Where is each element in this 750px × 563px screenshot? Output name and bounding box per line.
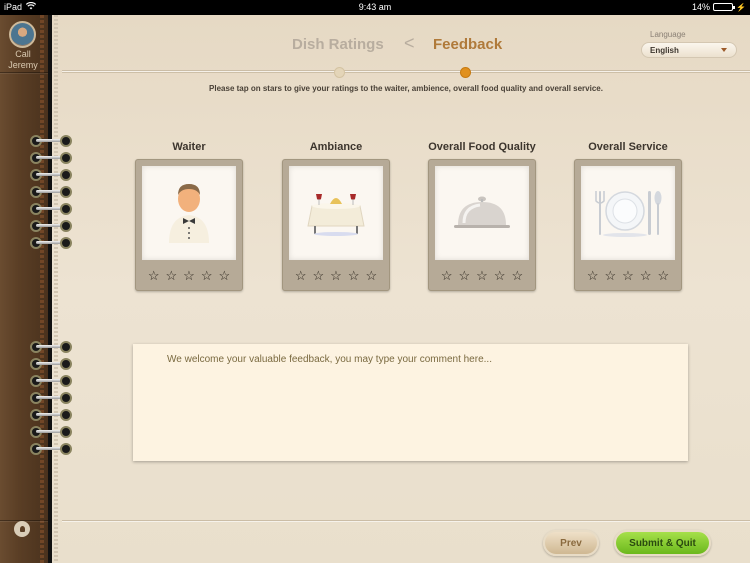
star-icon[interactable]: ☆ [657, 269, 669, 282]
ring-hole [60, 375, 72, 387]
ring-hole [60, 169, 72, 181]
binding-ring [30, 186, 72, 198]
star-icon[interactable]: ☆ [494, 269, 506, 282]
ring-hole [60, 443, 72, 455]
keyhole-icon [19, 526, 25, 532]
binding-ring [30, 426, 72, 438]
submit-quit-button[interactable]: Submit & Quit [614, 530, 711, 556]
star-icon[interactable]: ☆ [201, 269, 213, 282]
star-icon[interactable]: ☆ [476, 269, 488, 282]
binding-ring [30, 169, 72, 181]
page-perforation [54, 15, 58, 563]
avatar[interactable] [9, 21, 36, 48]
star-icon[interactable]: ☆ [148, 269, 160, 282]
star-icon[interactable]: ☆ [183, 269, 195, 282]
rating-card-overall-service: Overall Service ☆ ☆ ☆ ☆ ☆ [574, 141, 682, 291]
ring-hole [60, 203, 72, 215]
sidebar: Call Jeremy [0, 15, 48, 563]
ring-hole [60, 392, 72, 404]
header-divider [62, 70, 750, 71]
star-icon[interactable]: ☆ [365, 269, 377, 282]
star-rating-ambiance[interactable]: ☆ ☆ ☆ ☆ ☆ [283, 269, 389, 282]
sidebar-divider [0, 72, 48, 73]
caret-down-icon [721, 48, 727, 52]
call-contact-button[interactable]: Call Jeremy [0, 49, 46, 71]
status-bar: iPad 9:43 am 14% ⚡ [0, 0, 750, 15]
clock: 9:43 am [358, 2, 392, 12]
dining-table-icon [289, 166, 383, 260]
progress-step-1 [334, 67, 345, 78]
binding-ring [30, 443, 72, 455]
progress-track [62, 72, 750, 73]
star-icon[interactable]: ☆ [622, 269, 634, 282]
star-icon[interactable]: ☆ [166, 269, 178, 282]
star-icon[interactable]: ☆ [313, 269, 325, 282]
binding-ring [30, 220, 72, 232]
star-icon[interactable]: ☆ [640, 269, 652, 282]
call-label: Call [15, 49, 31, 59]
instructions-text: Please tap on stars to give your ratings… [209, 84, 603, 93]
ring-hole [60, 409, 72, 421]
star-icon[interactable]: ☆ [511, 269, 523, 282]
ring-hole [60, 186, 72, 198]
binding-ring [30, 203, 72, 215]
binding-ring [30, 135, 72, 147]
binding-ring [30, 392, 72, 404]
binding-ring [30, 409, 72, 421]
sidebar-stitching [40, 15, 44, 563]
progress-step-2-active [460, 67, 471, 78]
contact-name: Jeremy [8, 60, 38, 70]
star-rating-overall-food-quality[interactable]: ☆ ☆ ☆ ☆ ☆ [429, 269, 535, 282]
lock-button[interactable] [14, 521, 30, 537]
page-title: Feedback [433, 36, 503, 53]
cloche-icon [435, 166, 529, 260]
star-icon[interactable]: ☆ [330, 269, 342, 282]
prev-button[interactable]: Prev [543, 530, 599, 556]
waiter-icon [142, 166, 236, 260]
ring-hole [60, 426, 72, 438]
rating-card-waiter: Waiter ☆ ☆ ☆ ☆ ☆ [135, 141, 243, 291]
star-icon[interactable]: ☆ [605, 269, 617, 282]
card-title: Overall Service [588, 141, 668, 153]
language-label: Language [650, 30, 686, 39]
star-rating-waiter[interactable]: ☆ ☆ ☆ ☆ ☆ [136, 269, 242, 282]
star-icon[interactable]: ☆ [587, 269, 599, 282]
star-icon[interactable]: ☆ [218, 269, 230, 282]
chevron-left-icon[interactable]: < [404, 33, 415, 54]
star-icon[interactable]: ☆ [295, 269, 307, 282]
star-rating-overall-service[interactable]: ☆ ☆ ☆ ☆ ☆ [575, 269, 681, 282]
feedback-comment-input[interactable] [133, 344, 688, 461]
star-icon[interactable]: ☆ [348, 269, 360, 282]
battery-icon [713, 3, 736, 11]
footer-divider [62, 520, 750, 521]
star-icon[interactable]: ☆ [441, 269, 453, 282]
rating-card-ambiance: Ambiance ☆ ☆ ☆ ☆ ☆ [282, 141, 390, 291]
card-title: Waiter [172, 141, 206, 153]
binding-ring [30, 237, 72, 249]
binding-ring [30, 358, 72, 370]
ring-hole [60, 341, 72, 353]
battery-percent: 14% [692, 2, 711, 12]
tab-dish-ratings[interactable]: Dish Ratings [292, 36, 384, 53]
star-icon[interactable]: ☆ [459, 269, 471, 282]
binding-ring [30, 375, 72, 387]
language-selected-value: English [650, 46, 679, 55]
binding-ring [30, 341, 72, 353]
card-frame: ☆ ☆ ☆ ☆ ☆ [428, 159, 536, 291]
ring-hole [60, 237, 72, 249]
ring-hole [60, 220, 72, 232]
ring-hole [60, 358, 72, 370]
plate-cutlery-icon [581, 166, 675, 260]
rating-card-overall-food-quality: Overall Food Quality ☆ ☆ ☆ ☆ ☆ [428, 141, 536, 291]
card-frame: ☆ ☆ ☆ ☆ ☆ [574, 159, 682, 291]
card-title: Ambiance [309, 141, 363, 153]
card-title: Overall Food Quality [428, 141, 536, 153]
ring-hole [60, 152, 72, 164]
binding-ring [30, 152, 72, 164]
language-select[interactable]: English [641, 42, 737, 58]
charging-icon: ⚡ [736, 2, 746, 12]
card-frame: ☆ ☆ ☆ ☆ ☆ [282, 159, 390, 291]
ring-hole [60, 135, 72, 147]
card-frame: ☆ ☆ ☆ ☆ ☆ [135, 159, 243, 291]
